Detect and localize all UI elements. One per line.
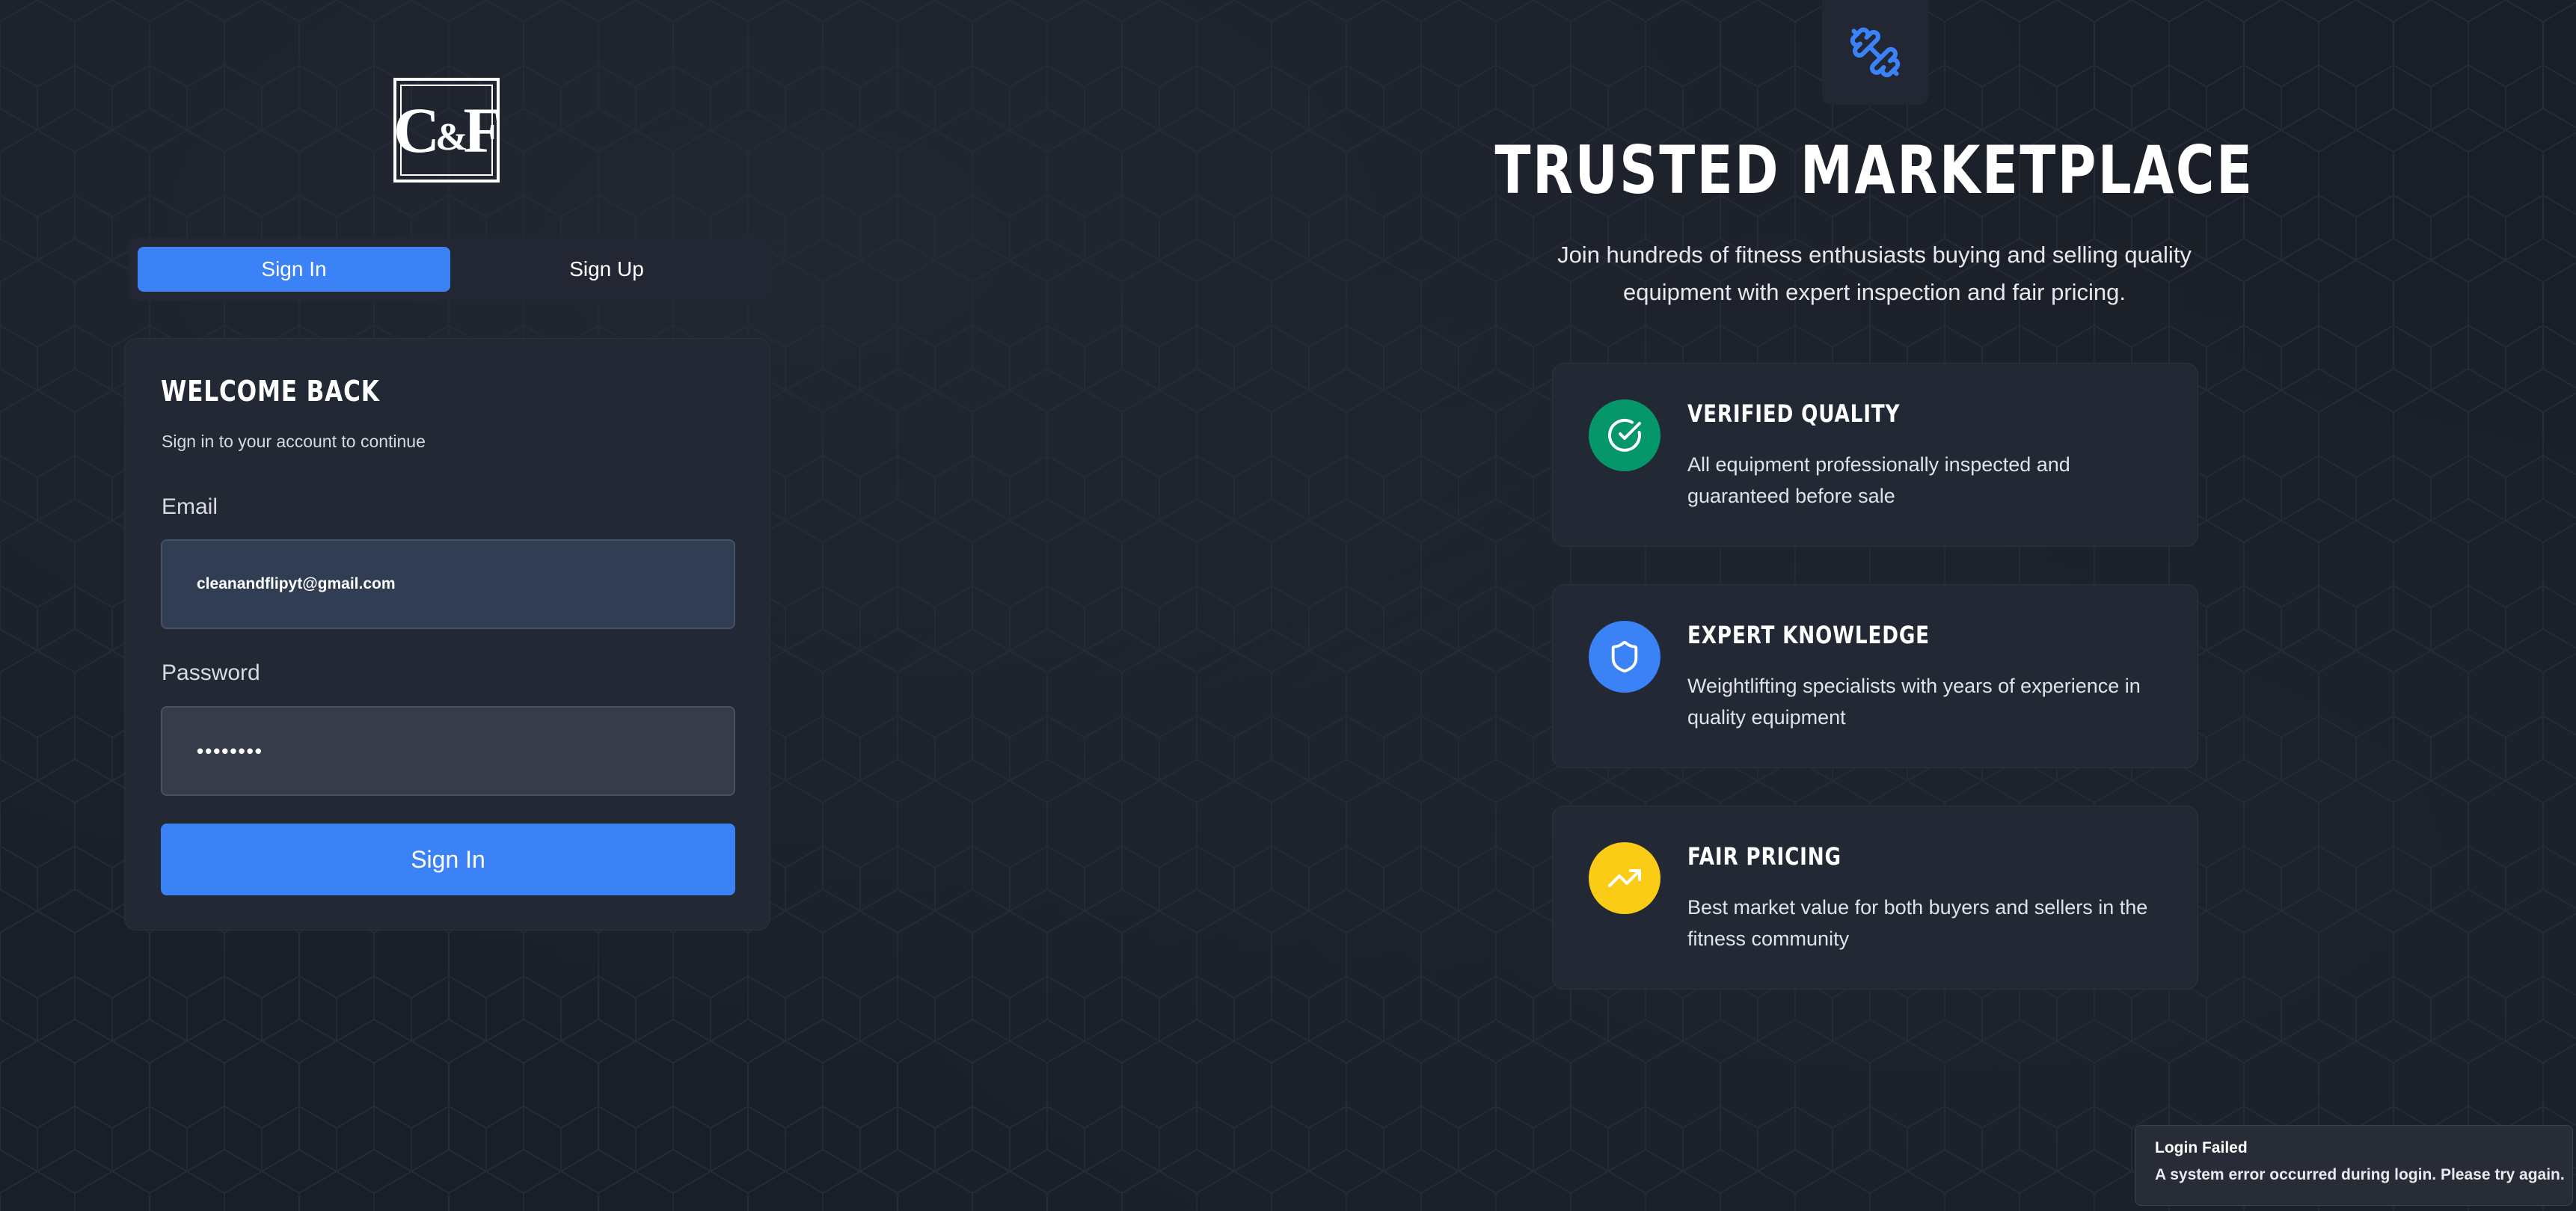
feature-title: EXPERT KNOWLEDGE <box>1687 621 1930 649</box>
login-card: WELCOME BACK Sign in to your account to … <box>124 338 770 931</box>
logo-mark: C & F <box>393 85 503 176</box>
feature-description: Weightlifting specialists with years of … <box>1687 670 2166 733</box>
error-toast[interactable]: Login Failed A system error occurred dur… <box>2135 1125 2573 1206</box>
tab-sign-in[interactable]: Sign In <box>138 247 450 292</box>
auth-tabs: Sign In Sign Up <box>129 238 772 301</box>
card-title: WELCOME BACK <box>161 375 380 408</box>
feature-description-line: All equipment professionally inspected a… <box>1687 453 2070 476</box>
email-value: cleanandflipyt@gmail.com <box>197 575 396 592</box>
feature-card-fair-pricing: FAIR PRICING Best market value for both … <box>1552 806 2198 990</box>
password-field[interactable]: •••••••• <box>161 706 735 796</box>
feature-icon-badge <box>1589 842 1660 914</box>
feature-description-line: quality equipment <box>1687 706 1846 729</box>
check-circle-icon <box>1608 418 1641 452</box>
feature-description-line: Weightlifting specialists with years of … <box>1687 675 2141 697</box>
toast-title: Login Failed <box>2155 1139 2248 1156</box>
feature-description-line: Best market value for both buyers and se… <box>1687 896 2148 919</box>
feature-title: VERIFIED QUALITY <box>1687 399 1901 428</box>
hero-subtitle-line: equipment with expert inspection and fai… <box>1622 279 2126 305</box>
feature-card-expert-knowledge: EXPERT KNOWLEDGE Weightlifting specialis… <box>1552 584 2198 768</box>
password-value: •••••••• <box>197 739 263 762</box>
shield-icon <box>1611 640 1638 673</box>
trending-up-icon <box>1608 869 1641 887</box>
dumbbell-icon <box>1850 27 1901 78</box>
dumbbell-badge <box>1822 0 1928 105</box>
feature-icon-badge <box>1589 399 1660 471</box>
tab-sign-up[interactable]: Sign Up <box>450 247 763 292</box>
sign-in-button[interactable]: Sign In <box>161 824 735 895</box>
hero-subtitle: Join hundreds of fitness enthusiasts buy… <box>1526 236 2223 311</box>
feature-description: Best market value for both buyers and se… <box>1687 892 2166 954</box>
hero-subtitle-line: Join hundreds of fitness enthusiasts buy… <box>1557 242 2192 268</box>
email-field[interactable]: cleanandflipyt@gmail.com <box>161 539 735 629</box>
feature-description-line: guaranteed before sale <box>1687 485 1895 507</box>
email-label: Email <box>162 494 218 519</box>
hero-title: TRUSTED MARKETPLACE <box>1494 132 2254 209</box>
password-label: Password <box>162 660 260 685</box>
feature-card-verified-quality: VERIFIED QUALITY All equipment professio… <box>1552 363 2198 547</box>
brand-logo: C & F <box>393 78 503 183</box>
card-subtitle: Sign in to your account to continue <box>162 432 426 451</box>
feature-description: All equipment professionally inspected a… <box>1687 449 2166 512</box>
toast-message: A system error occurred during login. Pl… <box>2155 1166 2565 1183</box>
feature-description-line: fitness community <box>1687 928 1850 950</box>
feature-title: FAIR PRICING <box>1687 842 1841 871</box>
feature-icon-badge <box>1589 621 1660 693</box>
